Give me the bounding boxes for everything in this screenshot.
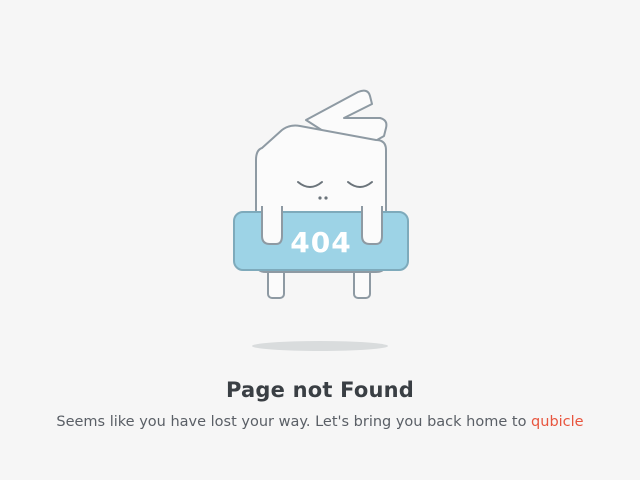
ground-shadow: [252, 341, 388, 351]
error-code-text: 404: [290, 226, 351, 259]
page-title: Page not Found: [226, 378, 414, 402]
home-link[interactable]: qubicle: [531, 414, 584, 430]
not-found-page: 404 Page not Found Seems like you have l…: [0, 0, 640, 480]
mascot-right-arm: [361, 206, 383, 245]
sleeping-cube-mascot-icon: 404: [233, 89, 409, 351]
mascot-left-arm: [261, 206, 283, 245]
error-message: Seems like you have lost your way. Let's…: [0, 414, 640, 430]
error-message-text: Seems like you have lost your way. Let's…: [56, 414, 532, 430]
mascot-nose: [318, 196, 322, 200]
